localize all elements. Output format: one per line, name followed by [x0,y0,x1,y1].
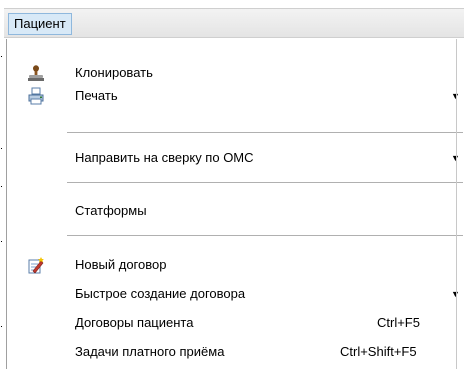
new-document-icon [27,256,45,274]
menu-item-send-oms-check[interactable]: Направить на сверку по ОМС ▼ [7,146,463,170]
menu-item-shortcut: Ctrl+Shift+F5 [340,344,417,359]
menu-item-print[interactable]: Печать ▼ [7,84,463,108]
edge-dot [1,241,2,242]
patient-dropdown-menu: Клонировать Печать ▼ Направить на сверку… [6,39,464,369]
menu-item-label: Быстрое создание договора [75,286,246,301]
menu-item-label: Договоры пациента [75,315,194,330]
menu-item-clone[interactable]: Клонировать [7,61,463,85]
menu-item-label: Печать [75,88,118,103]
printer-icon [27,87,45,105]
menu-item-label: Новый договор [75,257,167,272]
menu-item-patient-contracts[interactable]: Договоры пациента Ctrl+F5 [7,311,463,335]
edge-dot [1,56,2,57]
edge-dot [1,186,2,187]
menu-separator [67,132,463,133]
menu-separator [67,235,463,236]
menu-item-statforms[interactable]: Статформы [7,199,463,223]
menu-item-label: Статформы [75,203,147,218]
menu-right-border [456,39,457,369]
menu-item-label: Задачи платного приёма [75,344,225,359]
menu-item-new-contract[interactable]: Новый договор [7,253,463,277]
menu-item-paid-appointment-tasks[interactable]: Задачи платного приёма Ctrl+Shift+F5 [7,340,463,364]
menu-bar: Пациент [4,8,464,38]
menu-item-label: Направить на сверку по ОМС [75,150,254,165]
menu-item-label: Клонировать [75,65,153,80]
menu-separator [67,182,463,183]
window-left-edge [0,0,3,369]
menu-patient[interactable]: Пациент [8,13,72,35]
edge-dot [1,326,2,327]
menu-item-shortcut: Ctrl+F5 [377,315,420,330]
stamp-icon [27,64,45,82]
edge-dot [1,148,2,149]
menu-item-quick-contract[interactable]: Быстрое создание договора ▼ [7,282,463,306]
